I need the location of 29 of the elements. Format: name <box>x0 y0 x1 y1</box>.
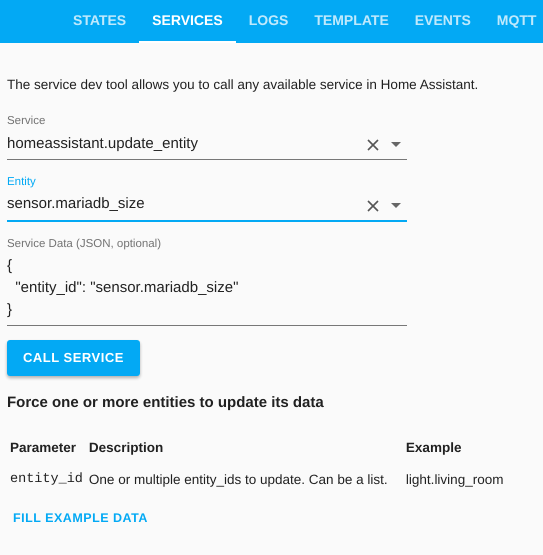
field-label: Service Data (JSON, optional) <box>7 236 162 252</box>
dropdown-caret-icon[interactable] <box>391 142 401 148</box>
combo-field[interactable]: Service homeassistant.update_entity <box>7 113 407 160</box>
field-value: sensor.mariadb_size <box>7 194 146 214</box>
intro-text: The service dev tool allows you to call any available service in Home Assistant. <box>7 76 480 94</box>
clear-icon[interactable] <box>367 200 379 212</box>
section-title: Force one or more entities to update its data <box>7 392 325 412</box>
clear-icon[interactable] <box>367 138 379 151</box>
field-label: Service <box>7 114 46 130</box>
nav-tab[interactable]: STATES <box>60 0 140 43</box>
json-value: { "entity_id": "sensor.mariadb_size" } <box>7 256 240 320</box>
table-cell-text: One or multiple entity_ids to update. Can be a list. <box>88 471 389 490</box>
table-cell-text: light.living_room <box>404 471 504 490</box>
nav-tab[interactable]: MQTT <box>484 0 543 43</box>
column-header: Parameter <box>9 439 78 457</box>
fill-example-link[interactable]: FILL EXAMPLE DATA <box>7 502 154 534</box>
nav-tab[interactable]: LOGS <box>236 0 302 43</box>
field-label: Entity <box>7 175 37 190</box>
nav-tab[interactable]: EVENTS <box>402 0 484 43</box>
table-cell-text: entity_id <box>9 471 84 490</box>
nav-tab[interactable]: SERVICES <box>139 0 236 43</box>
json-field[interactable]: Service Data (JSON, optional) { "entity_id": "sensor.mariadb_size" } <box>7 236 407 326</box>
combo-field[interactable]: Entity sensor.mariadb_size <box>7 174 407 222</box>
dropdown-caret-icon[interactable] <box>391 203 401 208</box>
column-header: Description <box>88 439 164 457</box>
field-value: homeassistant.update_entity <box>7 134 199 154</box>
column-header: Example <box>404 439 462 457</box>
call-service-button[interactable]: CALL SERVICE <box>7 340 140 376</box>
nav-tab[interactable]: TEMPLATE <box>301 0 402 43</box>
